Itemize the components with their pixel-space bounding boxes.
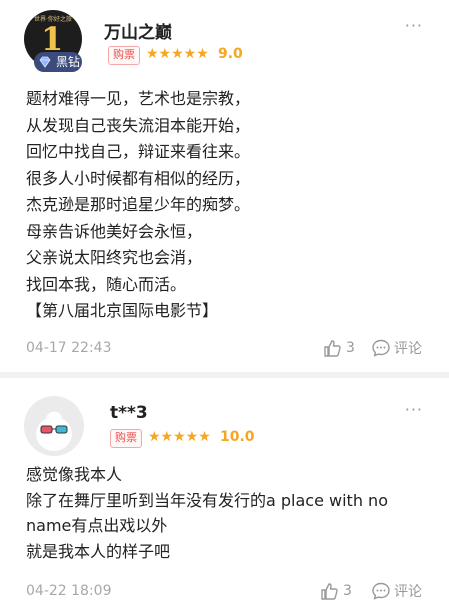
diamond-icon — [39, 56, 51, 68]
username[interactable]: 万山之巅 — [104, 18, 172, 43]
vip-label: 黑钻 — [56, 55, 81, 69]
more-icon[interactable]: ··· — [405, 400, 423, 419]
avatar[interactable] — [24, 396, 84, 456]
rating-stars: ★★★★★ — [146, 46, 209, 62]
review-line: 除了在舞厅里听到当年没有发行的a place with no — [26, 490, 388, 510]
like-button[interactable]: 3 — [320, 581, 352, 601]
default-avatar-icon — [36, 411, 72, 451]
review-text: 感觉像我本人 除了在舞厅里听到当年没有发行的a place with no na… — [26, 462, 388, 565]
comment-icon — [372, 339, 390, 357]
like-button[interactable]: 3 — [323, 338, 355, 358]
ticket-tag: 购票 — [108, 46, 140, 65]
vip-badge: 黑钻 — [34, 52, 82, 72]
review-line: name有点出戏以外 — [26, 516, 168, 536]
more-icon[interactable]: ··· — [405, 16, 423, 35]
rating-score: 9.0 — [218, 46, 243, 62]
review-line: 【第八届北京国际电影节】 — [26, 301, 219, 320]
review-text: 题材难得一见，艺术也是宗教， 从发现自己丧失流泪本能开始， 回忆中找自己，辩证来… — [26, 86, 250, 325]
review-card: 世界·你好之旅 1 黑钻 万山之巅 ··· 购票 ★★★★★ 9.0 题材难得一… — [0, 0, 449, 378]
review-line: 就是我本人的样子吧 — [26, 542, 171, 562]
comment-button[interactable]: 评论 — [371, 581, 422, 601]
review-line: 母亲告诉他美好会永恒， — [26, 221, 203, 241]
comment-button[interactable]: 评论 — [371, 338, 422, 358]
review-line: 父亲说太阳终究也会消， — [26, 248, 203, 267]
review-date: 04-22 18:09 — [26, 583, 112, 599]
review-line: 杰克逊是那时追星少年的痴梦。 — [26, 195, 251, 214]
review-line: 找回本我，随心而活。 — [26, 274, 187, 294]
review-line: 从发现自己丧失流泪本能开始， — [26, 115, 251, 135]
review-line: 题材难得一见，艺术也是宗教， — [26, 89, 251, 108]
review-line: 感觉像我本人 — [26, 465, 123, 484]
like-count: 3 — [346, 340, 355, 356]
comment-label: 评论 — [394, 584, 422, 600]
like-icon — [324, 340, 341, 357]
rating-score: 10.0 — [220, 429, 255, 445]
username[interactable]: t**3 — [110, 403, 148, 423]
comment-icon — [372, 582, 390, 600]
comment-label: 评论 — [394, 341, 422, 357]
rating-stars: ★★★★★ — [148, 429, 211, 445]
review-line: 回忆中找自己，辩证来看往来。 — [26, 142, 251, 161]
like-count: 3 — [343, 583, 352, 599]
review-card: t**3 ··· 购票 ★★★★★ 10.0 感觉像我本人 除了在舞厅里听到当年… — [0, 378, 449, 616]
ticket-tag: 购票 — [110, 429, 142, 448]
like-icon — [321, 583, 338, 600]
review-date: 04-17 22:43 — [26, 340, 112, 356]
review-line: 很多人小时候都有相似的经历， — [26, 168, 251, 188]
